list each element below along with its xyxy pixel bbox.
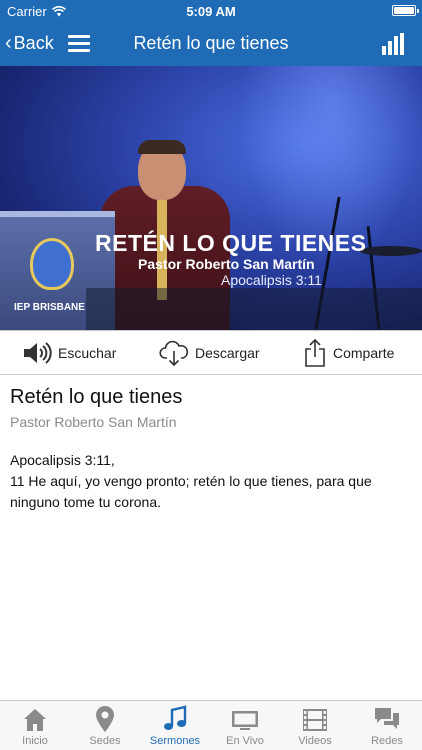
film-icon (303, 709, 327, 731)
download-label: Descargar (195, 345, 260, 361)
chat-bubbles-icon (375, 708, 399, 729)
chevron-left-icon: ‹ (5, 32, 12, 54)
battery-icon (392, 5, 419, 16)
map-pin-icon (96, 706, 114, 732)
back-label: Back (13, 33, 54, 53)
tab-sedes[interactable]: Sedes (70, 701, 140, 750)
tab-en-vivo[interactable]: En Vivo (210, 701, 280, 750)
cloud-download-icon (159, 340, 189, 367)
tab-label: Sermones (149, 735, 201, 747)
sermon-verse-text: 11 He aquí, yo vengo pronto; retén lo qu… (10, 473, 372, 510)
hamburger-menu-icon[interactable] (68, 35, 90, 52)
share-label: Comparte (333, 345, 395, 361)
back-button[interactable]: ‹ Back (5, 32, 54, 55)
tab-label: Videos (298, 735, 332, 747)
sermon-verse-ref: Apocalipsis 3:11, (10, 452, 115, 468)
download-button[interactable]: Descargar (159, 331, 260, 375)
listen-button[interactable]: Escuchar (22, 331, 116, 375)
navigation-bar: ‹ Back Retén lo que tienes (0, 22, 422, 66)
listen-label: Escuchar (58, 345, 117, 361)
sermon-description: Apocalipsis 3:11, 11 He aquí, yo vengo p… (10, 450, 410, 513)
home-icon (24, 709, 46, 731)
tab-bar: Inicio Sedes Sermones En Vivo Videos Red… (0, 700, 422, 750)
church-logo (30, 238, 74, 290)
tab-label: En Vivo (226, 735, 264, 747)
music-note-icon (164, 705, 187, 730)
hero-verse: Apocalipsis 3:11 (221, 272, 322, 288)
tab-redes[interactable]: Redes (352, 701, 422, 750)
tab-label: Inicio (22, 735, 48, 747)
sermon-title: Retén lo que tienes (10, 386, 183, 408)
speaker-icon (24, 342, 52, 364)
status-time: 5:09 AM (186, 4, 236, 19)
hero-pastor: Pastor Roberto San Martín (138, 256, 315, 272)
tab-label: Redes (371, 735, 403, 747)
tab-sermones[interactable]: Sermones (140, 701, 210, 750)
tab-videos[interactable]: Videos (280, 701, 350, 750)
cymbal (360, 246, 422, 256)
share-button[interactable]: Comparte (303, 331, 394, 375)
status-bar: Carrier 5:09 AM (0, 0, 422, 22)
tab-inicio[interactable]: Inicio (0, 701, 70, 750)
bar-chart-icon[interactable] (382, 33, 406, 55)
page-title: Retén lo que tienes (133, 33, 289, 53)
share-icon (305, 338, 325, 367)
sermon-hero-image: IEP BRISBANE RETÉN LO QUE TIENES Pastor … (0, 66, 422, 330)
action-bar: Escuchar Descargar Comparte (0, 330, 422, 375)
podium-text: IEP BRISBANE (14, 302, 85, 313)
tv-icon (232, 711, 258, 730)
tab-label: Sedes (89, 735, 121, 747)
top-bar: Carrier 5:09 AM ‹ Back Retén lo que tien… (0, 0, 422, 66)
sermon-pastor: Pastor Roberto San Martín (10, 414, 177, 430)
hero-title: RETÉN LO QUE TIENES (95, 230, 367, 256)
title-banner (86, 288, 422, 330)
